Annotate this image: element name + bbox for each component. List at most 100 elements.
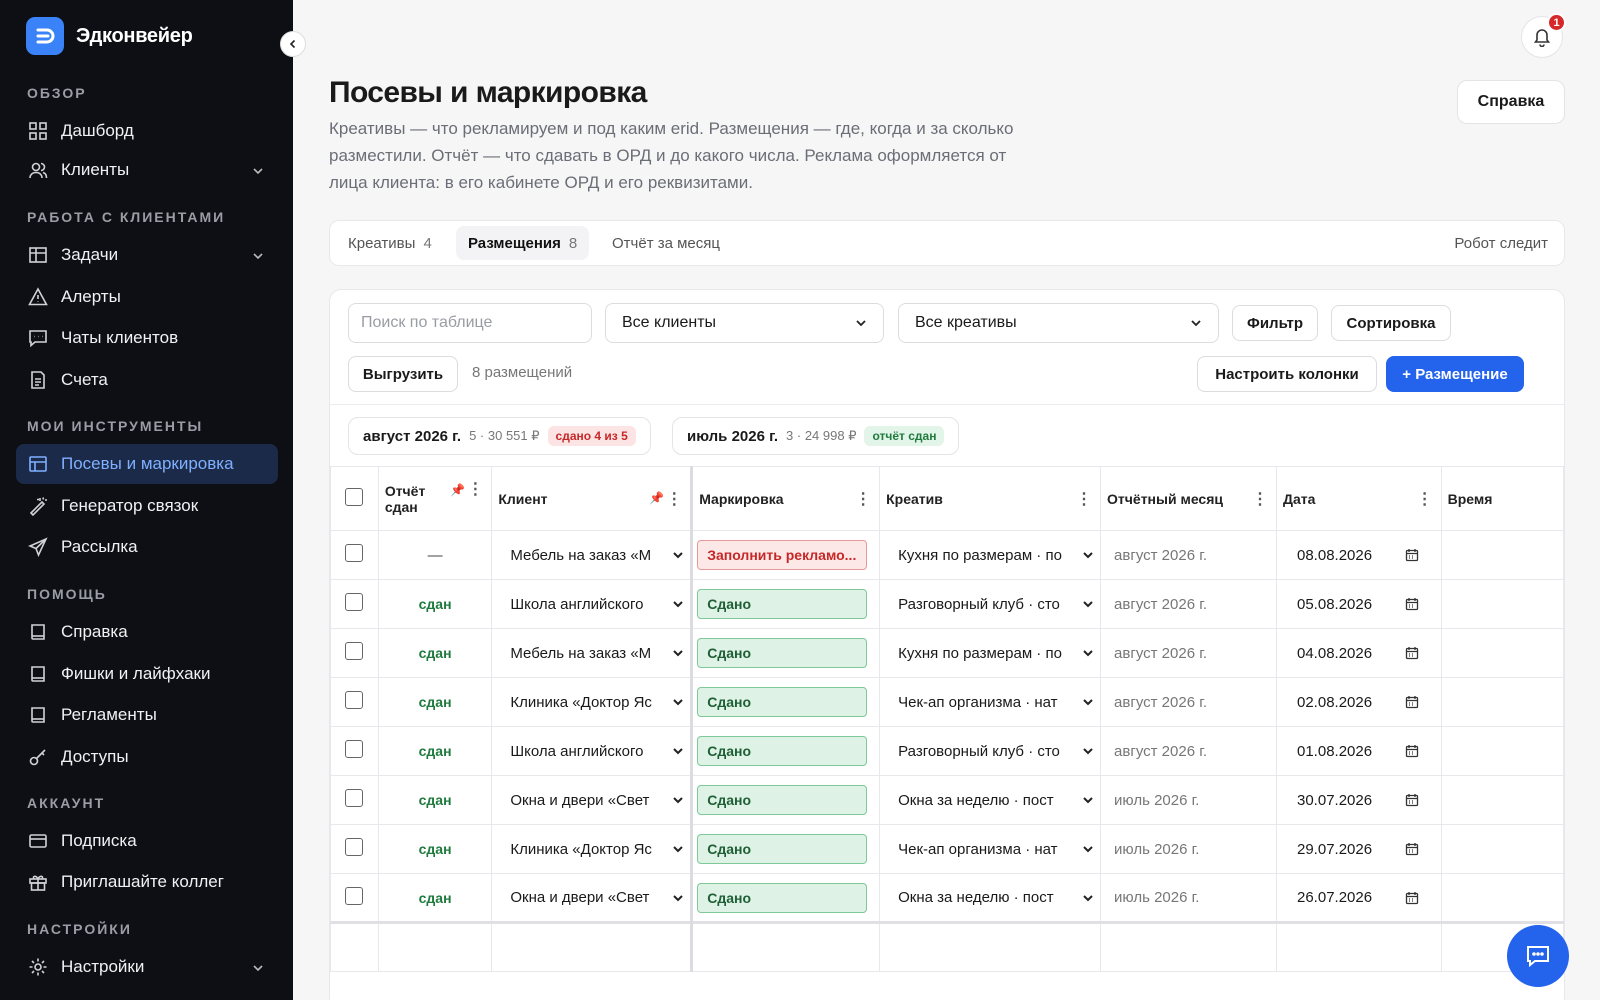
- add-placement-button[interactable]: + Размещение: [1386, 356, 1524, 392]
- kebab-menu-icon[interactable]: ⋮: [1076, 489, 1092, 509]
- sidebar-item-bundle-generator[interactable]: Генератор связок: [16, 486, 278, 526]
- sort-button[interactable]: Сортировка: [1331, 305, 1451, 341]
- creative-select[interactable]: Чек-ап организма · нат: [886, 694, 1094, 711]
- row-checkbox[interactable]: [345, 789, 364, 807]
- row-checkbox[interactable]: [345, 838, 364, 856]
- configure-columns-button[interactable]: Настроить колонки: [1197, 356, 1377, 392]
- sidebar-item-regulations[interactable]: Регламенты: [16, 695, 278, 735]
- marking-status[interactable]: Сдано: [697, 687, 868, 717]
- marking-status[interactable]: Сдано: [697, 785, 868, 815]
- pin-icon[interactable]: 📌: [649, 491, 664, 505]
- client-select[interactable]: Клиника «Доктор Яс: [498, 694, 684, 711]
- row-checkbox[interactable]: [345, 740, 364, 758]
- date-picker[interactable]: 05.08.2026: [1283, 596, 1435, 613]
- calendar-icon[interactable]: [1405, 548, 1419, 562]
- sidebar-item-help[interactable]: Справка: [16, 612, 278, 652]
- client-select[interactable]: Окна и двери «Свет: [498, 889, 684, 906]
- sidebar-item-tips[interactable]: Фишки и лайфхаки: [16, 654, 278, 694]
- table-row[interactable]: сдан Окна и двери «Свет Сдано Окна за недел…: [330, 775, 1564, 825]
- client-cell[interactable]: Окна и двери «Свет: [491, 775, 693, 825]
- row-checkbox[interactable]: [345, 593, 364, 611]
- creative-cell[interactable]: Кухня по размерам · по: [879, 530, 1102, 580]
- time-cell[interactable]: [1440, 628, 1564, 678]
- sidebar-item-alerts[interactable]: Алерты: [16, 277, 278, 317]
- notifications-button[interactable]: 1: [1521, 13, 1566, 58]
- time-cell[interactable]: [1440, 873, 1564, 923]
- sidebar-item-dashboard[interactable]: Дашборд: [16, 111, 278, 151]
- client-cell[interactable]: Клиника «Доктор Яс: [491, 824, 693, 874]
- time-cell[interactable]: [1440, 824, 1564, 874]
- tab-monthly-report[interactable]: Отчёт за месяц: [600, 226, 732, 260]
- sidebar-item-settings[interactable]: Настройки: [16, 947, 278, 987]
- creative-cell[interactable]: Окна за неделю · пост: [879, 775, 1102, 825]
- sidebar-item-tasks[interactable]: Задачи: [16, 235, 278, 275]
- date-picker[interactable]: 01.08.2026: [1283, 743, 1435, 760]
- creative-select[interactable]: Кухня по размерам · по: [886, 547, 1094, 564]
- time-cell[interactable]: [1440, 726, 1564, 776]
- client-cell[interactable]: Мебель на заказ «М: [491, 530, 693, 580]
- column-header-month[interactable]: Отчётный месяц ⋮: [1100, 466, 1277, 531]
- date-picker[interactable]: 04.08.2026: [1283, 645, 1435, 662]
- time-cell[interactable]: [1440, 579, 1564, 629]
- row-checkbox[interactable]: [345, 691, 364, 709]
- help-button[interactable]: Справка: [1457, 80, 1565, 124]
- calendar-icon[interactable]: [1405, 646, 1419, 660]
- export-button[interactable]: Выгрузить: [348, 356, 458, 392]
- tab-creatives[interactable]: Креативы 4: [336, 226, 444, 260]
- creative-select[interactable]: Разговорный клуб · сто: [886, 596, 1094, 613]
- date-picker[interactable]: 08.08.2026: [1283, 547, 1435, 564]
- month-chip-july[interactable]: июль 2026 г. 3 · 24 998 ₽ отчёт сдан: [672, 417, 960, 455]
- client-cell[interactable]: Школа английского: [491, 579, 693, 629]
- client-cell[interactable]: Мебель на заказ «М: [491, 628, 693, 678]
- calendar-icon[interactable]: [1405, 842, 1419, 856]
- column-header-date[interactable]: Дата ⋮: [1276, 466, 1442, 531]
- creative-select[interactable]: Чек-ап организма · нат: [886, 841, 1094, 858]
- column-header-report[interactable]: Отчёт сдан 📌 ⋮: [377, 466, 493, 531]
- client-select[interactable]: Школа английского: [498, 596, 684, 613]
- column-header-marking[interactable]: Маркировка ⋮: [690, 466, 881, 531]
- date-cell[interactable]: 26.07.2026: [1276, 873, 1442, 923]
- column-header-time[interactable]: Время: [1440, 466, 1564, 531]
- creative-select[interactable]: Разговорный клуб · сто: [886, 743, 1094, 760]
- kebab-menu-icon[interactable]: ⋮: [1252, 489, 1268, 509]
- kebab-menu-icon[interactable]: ⋮: [467, 479, 483, 499]
- row-checkbox[interactable]: [345, 544, 364, 562]
- date-picker[interactable]: 26.07.2026: [1283, 889, 1435, 906]
- creative-cell[interactable]: Чек-ап организма · нат: [879, 824, 1102, 874]
- time-cell[interactable]: [1440, 775, 1564, 825]
- clients-select[interactable]: Все клиенты: [605, 303, 884, 343]
- brand[interactable]: Эдконвейер: [26, 17, 193, 55]
- table-row[interactable]: сдан Клиника «Доктор Яс Сдано Чек-ап органи…: [330, 824, 1564, 874]
- client-cell[interactable]: Клиника «Доктор Яс: [491, 677, 693, 727]
- row-checkbox[interactable]: [345, 886, 364, 905]
- creative-select[interactable]: Окна за неделю · пост: [886, 792, 1094, 809]
- calendar-icon[interactable]: [1405, 744, 1419, 758]
- month-chip-august[interactable]: август 2026 г. 5 · 30 551 ₽ сдано 4 из 5: [348, 417, 651, 455]
- table-row[interactable]: сдан Школа английского Сдано Разговорный кл…: [330, 579, 1564, 629]
- sidebar-item-clients[interactable]: Клиенты: [16, 150, 278, 190]
- search-input[interactable]: [348, 303, 592, 343]
- creative-cell[interactable]: Чек-ап организма · нат: [879, 677, 1102, 727]
- select-all-checkbox[interactable]: [345, 488, 364, 506]
- creative-cell[interactable]: Окна за неделю · пост: [879, 873, 1102, 923]
- calendar-icon[interactable]: [1405, 793, 1419, 807]
- marking-status[interactable]: Сдано: [697, 638, 868, 668]
- date-picker[interactable]: 29.07.2026: [1283, 841, 1435, 858]
- table-row[interactable]: сдан Школа английского Сдано Разговорный кл…: [330, 726, 1564, 776]
- chat-button[interactable]: [1507, 925, 1569, 987]
- date-picker[interactable]: 30.07.2026: [1283, 792, 1435, 809]
- pin-icon[interactable]: 📌: [450, 483, 465, 497]
- date-cell[interactable]: 01.08.2026: [1276, 726, 1442, 776]
- kebab-menu-icon[interactable]: ⋮: [666, 489, 682, 509]
- marking-status[interactable]: Заполнить рекламо...: [697, 540, 868, 570]
- marking-status[interactable]: Сдано: [697, 882, 868, 913]
- tab-placements[interactable]: Размещения 8: [456, 226, 590, 260]
- date-cell[interactable]: 04.08.2026: [1276, 628, 1442, 678]
- sidebar-item-client-chats[interactable]: Чаты клиентов: [16, 318, 278, 358]
- calendar-icon[interactable]: [1405, 891, 1419, 905]
- marking-status[interactable]: Сдано: [697, 736, 868, 766]
- time-cell[interactable]: [1440, 677, 1564, 727]
- client-select[interactable]: Клиника «Доктор Яс: [498, 841, 684, 858]
- client-cell[interactable]: Окна и двери «Свет: [491, 873, 693, 923]
- creative-select[interactable]: Окна за неделю · пост: [886, 889, 1094, 906]
